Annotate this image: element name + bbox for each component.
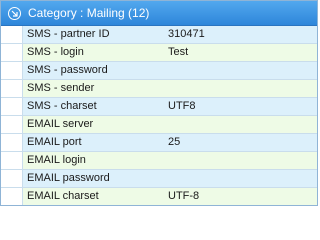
setting-name: EMAIL charset	[27, 190, 99, 202]
setting-name: SMS - login	[27, 46, 84, 58]
table-row[interactable]: SMS - sender	[1, 80, 317, 98]
group-row-mailing[interactable]: Category : Mailing (12)	[1, 1, 317, 26]
setting-value[interactable]	[164, 116, 317, 133]
table-row[interactable]: SMS - password	[1, 62, 317, 80]
table-row[interactable]: EMAIL password	[1, 170, 317, 188]
setting-value[interactable]: 25	[164, 134, 317, 151]
group-label: Category : Mailing (12)	[28, 6, 150, 20]
setting-name: EMAIL login	[27, 154, 86, 166]
setting-value[interactable]: Test	[164, 44, 317, 61]
setting-value[interactable]: UTF-8	[164, 188, 317, 205]
setting-value[interactable]: UTF8	[164, 98, 317, 115]
table-row[interactable]: SMS - partner ID 310471	[1, 26, 317, 44]
settings-grid: Category : Mailing (12) SMS - partner ID…	[0, 0, 318, 206]
chevron-collapse-icon[interactable]	[8, 6, 21, 20]
setting-value[interactable]	[164, 62, 317, 79]
setting-value[interactable]	[164, 170, 317, 187]
table-row[interactable]: EMAIL login	[1, 152, 317, 170]
setting-value[interactable]: 310471	[164, 26, 317, 43]
table-row[interactable]: SMS - charset UTF8	[1, 98, 317, 116]
settings-rows: SMS - partner ID 310471 SMS - login Test…	[1, 26, 317, 205]
setting-name: EMAIL port	[27, 136, 82, 148]
setting-name: SMS - partner ID	[27, 28, 110, 40]
table-row[interactable]: EMAIL port 25	[1, 134, 317, 152]
setting-value[interactable]	[164, 80, 317, 97]
setting-name: SMS - sender	[27, 82, 95, 94]
setting-name: EMAIL password	[27, 172, 110, 184]
setting-name: SMS - password	[27, 64, 108, 76]
setting-value[interactable]	[164, 152, 317, 169]
table-row[interactable]: SMS - login Test	[1, 44, 317, 62]
setting-name: SMS - charset	[27, 100, 97, 112]
table-row[interactable]: EMAIL charset UTF-8	[1, 188, 317, 205]
table-row[interactable]: EMAIL server	[1, 116, 317, 134]
setting-name: EMAIL server	[27, 118, 94, 130]
